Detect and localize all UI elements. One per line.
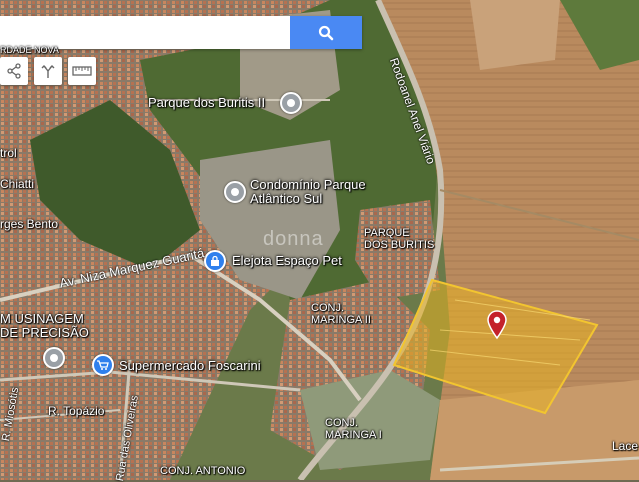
area-label-nova: RDADE NOVA	[0, 45, 59, 55]
area-label-conj-maringa-ii: CONJ. MARINGA II	[311, 302, 371, 326]
map-toolbar	[0, 57, 96, 85]
cart-pin-icon[interactable]	[92, 354, 114, 376]
directions-icon	[41, 65, 55, 78]
place-pin-icon[interactable]	[224, 181, 246, 203]
road-label-chiatti: Chiatti	[0, 177, 35, 191]
search-button[interactable]	[290, 16, 362, 49]
road-label-topazio: R. Topázio	[48, 404, 105, 418]
shop-pin-icon[interactable]	[204, 250, 226, 272]
ruler-icon	[72, 66, 92, 76]
shopping-cart-icon	[97, 360, 109, 370]
search-icon	[318, 25, 334, 40]
area-label-usinagem: M USINAGEM DE PRECISÃO	[0, 311, 89, 340]
poi-condominio-parque-atlantico-sul[interactable]: Condomínio Parque Atlântico Sul	[250, 178, 366, 205]
watermark: donna	[263, 228, 324, 250]
measure-button[interactable]	[68, 57, 96, 85]
area-label-conj-maringa-i: CONJ. MARINGA I	[325, 417, 382, 441]
poi-parque-buritis-ii[interactable]: Parque dos Buritis II	[148, 96, 265, 110]
lock-bag-icon	[211, 256, 219, 266]
area-label-parque-dos-buritis: PARQUE DOS BURITIS	[364, 227, 435, 251]
area-label-conj-antonio: CONJ. ANTONIO	[160, 465, 246, 477]
directions-button[interactable]	[34, 57, 62, 85]
share-button[interactable]	[0, 57, 28, 85]
poi-supermercado-foscarini[interactable]: Supermercado Foscarini	[119, 359, 261, 373]
road-label-lace: Lace	[612, 439, 639, 453]
road-label-borges-bento: rges Bento	[0, 217, 59, 231]
road-label-trol: trol	[0, 146, 17, 160]
place-pin-icon[interactable]	[280, 92, 302, 114]
poi-elejota-espaco-pet[interactable]: Elejota Espaço Pet	[232, 254, 342, 268]
place-pin-icon[interactable]	[43, 347, 65, 369]
share-icon	[7, 63, 21, 79]
